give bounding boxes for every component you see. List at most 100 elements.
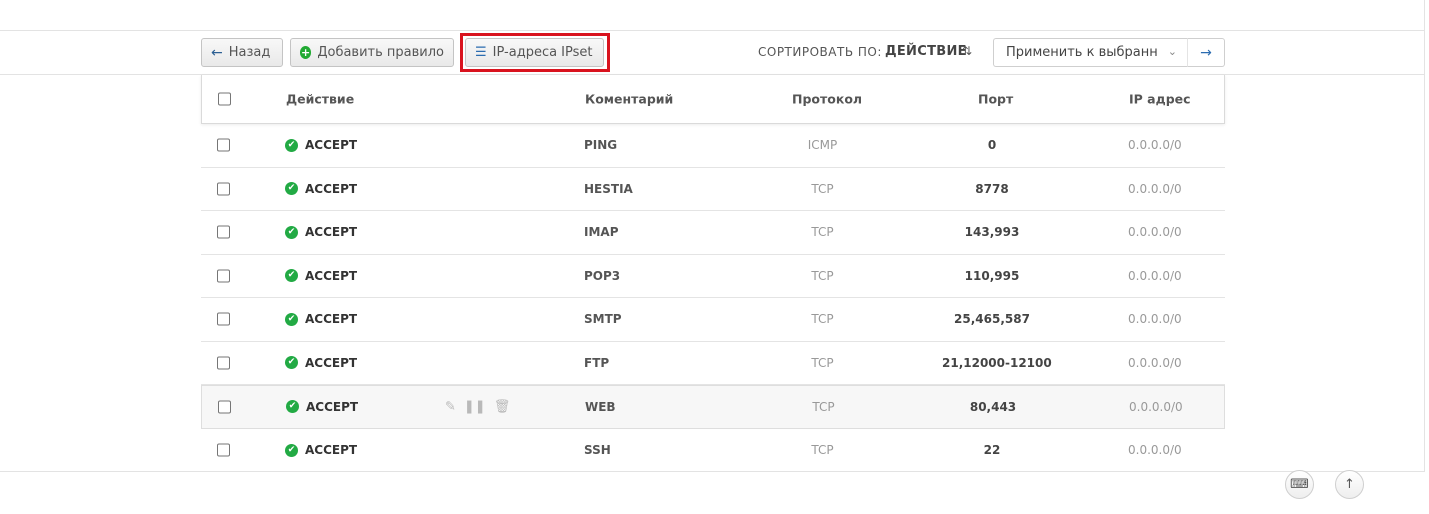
check-circle-icon: ✔ (285, 269, 298, 283)
check-circle-icon: ✔ (285, 312, 298, 326)
port-cell: 22 (983, 443, 1001, 458)
ip-cell: 0.0.0.0/0 (1128, 268, 1182, 283)
port-cell: 0 (987, 138, 997, 153)
action-cell: ✔ ACCEPT (285, 138, 357, 152)
firewall-rules-table: Действие Коментарий Протокол Порт IP адр… (201, 75, 1225, 472)
checkbox[interactable] (217, 182, 230, 196)
checkbox[interactable] (217, 356, 230, 370)
action-cell: ✔ ACCEPT (285, 225, 357, 239)
apply-bulk-action-button[interactable]: → (1187, 38, 1225, 67)
port-cell: 80,443 (969, 399, 1017, 414)
sort-toggle-icon[interactable]: ⇅ (962, 44, 972, 58)
table-row[interactable]: ✔ ACCEPT PING ICMP 0 0.0.0.0/0 (201, 124, 1225, 168)
ip-cell: 0.0.0.0/0 (1128, 443, 1182, 458)
comment-cell: SSH (584, 443, 611, 458)
row-checkbox[interactable] (218, 400, 231, 414)
protocol-cell: TCP (811, 225, 834, 240)
checkbox[interactable] (217, 269, 230, 283)
header-port: Порт (978, 91, 1014, 107)
action-value: ACCEPT (306, 399, 359, 414)
comment-cell: IMAP (584, 225, 619, 240)
add-rule-button[interactable]: + Добавить правило (290, 38, 454, 67)
row-checkbox[interactable] (217, 356, 230, 370)
keyboard-shortcuts-button[interactable]: ⌨ (1285, 470, 1314, 499)
scroll-to-top-button[interactable]: ↑ (1335, 470, 1364, 499)
check-circle-icon: ✔ (285, 356, 298, 370)
action-value: ACCEPT (305, 268, 358, 283)
row-checkbox[interactable] (217, 138, 230, 152)
header-action: Действие (286, 91, 355, 107)
ip-cell: 0.0.0.0/0 (1128, 355, 1182, 370)
table-row[interactable]: ✔ ACCEPT SMTP TCP 25,465,587 0.0.0.0/0 (201, 298, 1225, 342)
pencil-icon[interactable]: ✎ (445, 399, 456, 414)
header-protocol: Протокол (792, 91, 863, 107)
chevron-down-icon: ⌄ (1167, 45, 1177, 58)
protocol-cell: TCP (811, 268, 834, 283)
port-cell: 110,995 (964, 268, 1020, 283)
row-checkbox[interactable] (217, 182, 230, 196)
action-cell: ✔ ACCEPT (285, 312, 357, 326)
checkbox[interactable] (217, 443, 230, 457)
table-row[interactable]: ✔ ACCEPT POP3 TCP 110,995 0.0.0.0/0 (201, 255, 1225, 298)
comment-cell: FTP (584, 355, 610, 370)
action-value: ACCEPT (305, 443, 358, 458)
port-cell: 21,12000-12100 (942, 355, 1052, 370)
checkbox[interactable] (217, 312, 230, 326)
table-row[interactable]: ✔ ACCEPT ✎ ❚❚ 🗑 WEB TCP 80,443 0.0.0.0/0 (201, 385, 1225, 429)
trash-icon[interactable]: 🗑 (494, 399, 511, 414)
ipset-button-label: IP-адреса IPset (492, 45, 593, 60)
action-cell: ✔ ACCEPT (285, 269, 357, 283)
checkbox[interactable] (218, 400, 231, 414)
check-circle-icon: ✔ (286, 400, 299, 414)
pause-icon[interactable]: ❚❚ (464, 399, 486, 414)
table-row[interactable]: ✔ ACCEPT SSH TCP 22 0.0.0.0/0 (201, 429, 1225, 473)
comment-cell: POP3 (584, 268, 621, 283)
plus-circle-icon: + (300, 46, 312, 59)
ipset-button[interactable]: ☰ IP-адреса IPset (465, 38, 604, 67)
row-checkbox[interactable] (217, 312, 230, 326)
checkbox[interactable] (217, 225, 230, 239)
sort-label: СОРТИРОВАТЬ ПО: (758, 45, 882, 59)
checkbox[interactable] (218, 92, 231, 106)
ip-cell: 0.0.0.0/0 (1128, 138, 1182, 153)
sort-value[interactable]: ДЕЙСТВИЕ (885, 44, 967, 59)
back-button[interactable]: ← Назад (201, 38, 283, 67)
action-cell: ✔ ACCEPT (285, 443, 357, 457)
row-tools: ✎ ❚❚ 🗑 (445, 399, 510, 414)
bulk-action-select-value: Применить к выбранном (1006, 45, 1158, 60)
ip-cell: 0.0.0.0/0 (1128, 225, 1182, 240)
arrow-right-icon: → (1200, 44, 1212, 61)
ip-cell: 0.0.0.0/0 (1129, 399, 1183, 414)
table-header: Действие Коментарий Протокол Порт IP адр… (201, 75, 1225, 124)
port-cell: 143,993 (964, 225, 1020, 240)
ip-cell: 0.0.0.0/0 (1128, 312, 1182, 327)
port-cell: 25,465,587 (954, 312, 1030, 327)
arrow-left-icon: ← (211, 44, 223, 61)
comment-cell: SMTP (584, 312, 622, 327)
check-circle-icon: ✔ (285, 182, 298, 196)
action-value: ACCEPT (305, 138, 358, 153)
table-row[interactable]: ✔ ACCEPT HESTIA TCP 8778 0.0.0.0/0 (201, 168, 1225, 211)
row-checkbox[interactable] (217, 225, 230, 239)
footer-divider (0, 471, 1425, 472)
protocol-cell: TCP (811, 181, 834, 196)
action-value: ACCEPT (305, 355, 358, 370)
action-cell: ✔ ACCEPT (286, 400, 358, 414)
arrow-up-icon: ↑ (1344, 477, 1355, 492)
check-circle-icon: ✔ (285, 225, 298, 239)
table-row[interactable]: ✔ ACCEPT FTP TCP 21,12000-12100 0.0.0.0/0 (201, 342, 1225, 385)
action-cell: ✔ ACCEPT (285, 182, 357, 196)
protocol-cell: TCP (811, 312, 834, 327)
check-circle-icon: ✔ (285, 138, 298, 152)
table-row[interactable]: ✔ ACCEPT IMAP TCP 143,993 0.0.0.0/0 (201, 211, 1225, 255)
action-value: ACCEPT (305, 225, 358, 240)
toolbar: ← Назад + Добавить правило ☰ IP-адреса I… (0, 30, 1425, 75)
bulk-action-select[interactable]: Применить к выбранном ⌄ (993, 38, 1187, 67)
protocol-cell: ICMP (807, 138, 838, 153)
row-checkbox[interactable] (217, 269, 230, 283)
port-cell: 8778 (975, 181, 1009, 196)
action-cell: ✔ ACCEPT (285, 356, 357, 370)
select-all-checkbox[interactable] (218, 92, 231, 106)
checkbox[interactable] (217, 138, 230, 152)
row-checkbox[interactable] (217, 443, 230, 457)
